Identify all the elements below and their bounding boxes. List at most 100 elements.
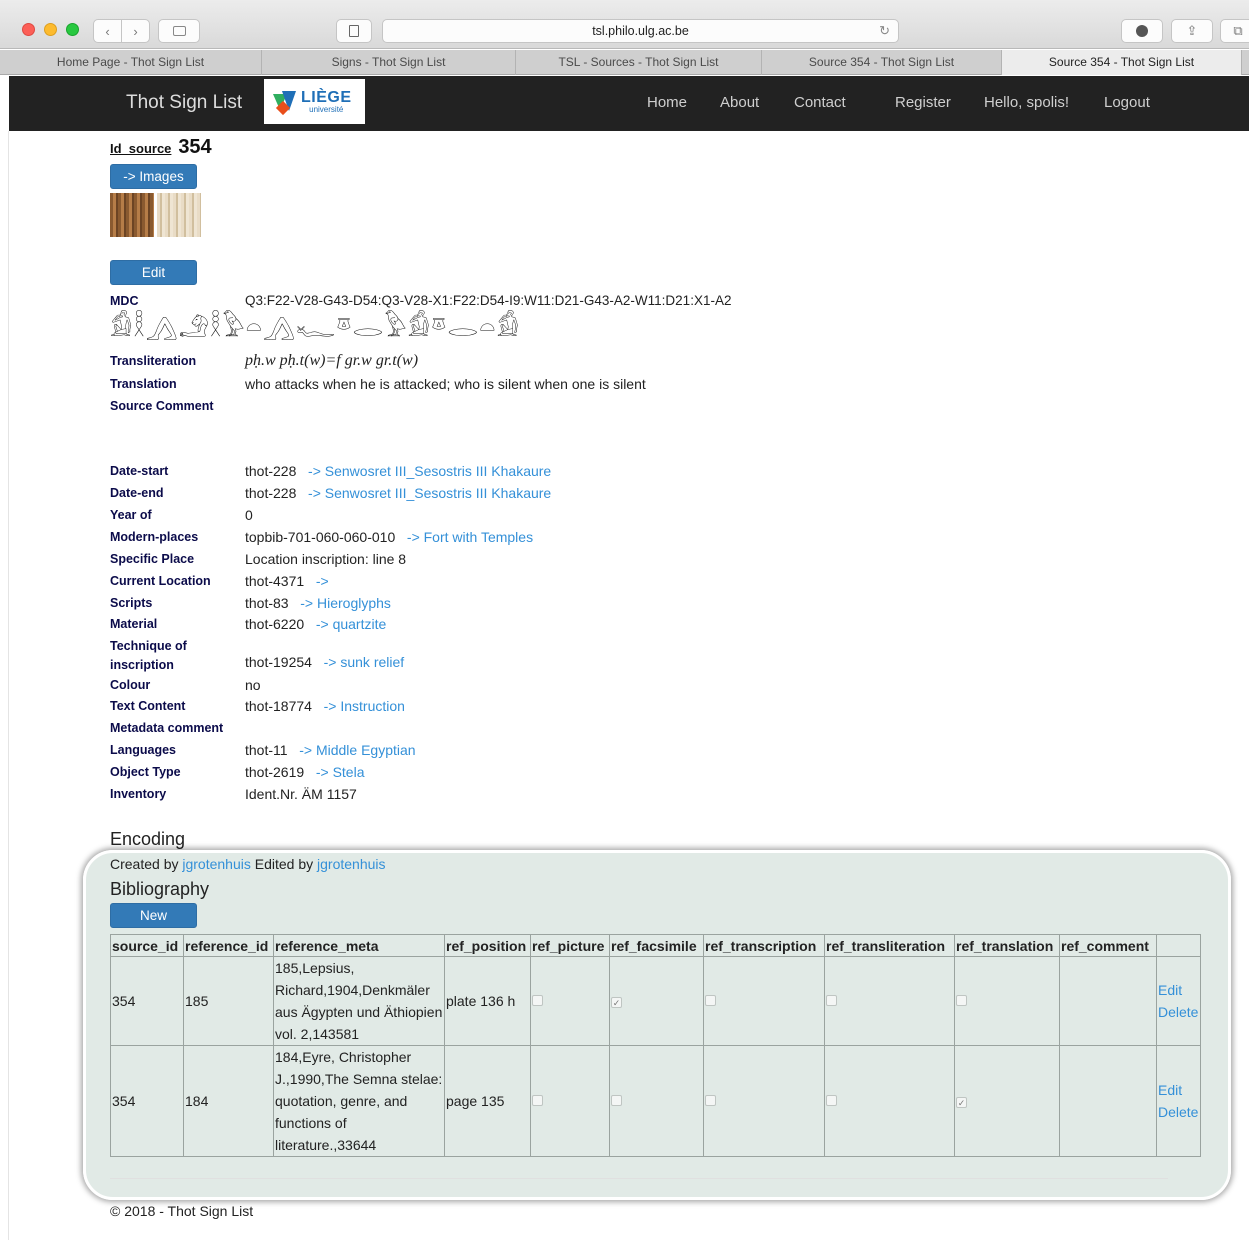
- ref-picture-checkbox[interactable]: [532, 1095, 543, 1106]
- year-of-label: Year of: [110, 508, 152, 522]
- brand-link[interactable]: Thot Sign List: [126, 92, 242, 114]
- column-header: ref_comment: [1059, 934, 1157, 957]
- row-edit-link[interactable]: Edit: [1158, 979, 1199, 1001]
- cell-reference-meta: 185,Lepsius, Richard,1904,Denkmäler aus …: [273, 956, 445, 1046]
- text-content-link[interactable]: -> Instruction: [324, 698, 405, 714]
- ref-facsimile-checkbox[interactable]: [611, 1095, 622, 1106]
- cell-reference-id: 184: [183, 1045, 274, 1157]
- current-location-link[interactable]: ->: [316, 573, 329, 589]
- cell-reference-id: 185: [183, 956, 274, 1046]
- year-of-value: 0: [245, 507, 253, 523]
- edited-prefix: Edited by: [250, 856, 318, 872]
- source-id-row: Id_source 354: [110, 136, 212, 159]
- ref-translation-checkbox[interactable]: ✓: [956, 1097, 967, 1108]
- close-window-button[interactable]: [22, 23, 35, 36]
- zoom-window-button[interactable]: [66, 23, 79, 36]
- row-delete-link[interactable]: Delete: [1158, 1001, 1199, 1023]
- source-facsimile-thumbnail[interactable]: [157, 193, 201, 237]
- material-link[interactable]: -> quartzite: [316, 616, 386, 632]
- scripts-link[interactable]: -> Hieroglyphs: [300, 595, 391, 611]
- technique-link[interactable]: -> sunk relief: [324, 654, 405, 670]
- nav-user-greeting[interactable]: Hello, spolis!: [984, 94, 1069, 111]
- ref-transliteration-checkbox[interactable]: [826, 1095, 837, 1106]
- ref-transcription-checkbox[interactable]: [705, 1095, 716, 1106]
- nav-logout[interactable]: Logout: [1104, 94, 1150, 111]
- row-edit-link[interactable]: Edit: [1158, 1079, 1199, 1101]
- date-start-value: thot-228 -> Senwosret III_Sesostris III …: [245, 463, 551, 479]
- cell-ref-comment: [1059, 1045, 1157, 1157]
- nav-register[interactable]: Register: [895, 94, 951, 111]
- source-image-thumbnail[interactable]: [110, 193, 154, 237]
- hieroglyph-rendering: 𓀁𓎛𓂻𓄂𓎛𓅱𓏏𓂻𓆑𓎼𓂋𓅱𓀁𓎼𓂋𓏏𓀁: [110, 313, 520, 343]
- ref-translation-checkbox[interactable]: [956, 995, 967, 1006]
- ref-picture-checkbox[interactable]: [532, 995, 543, 1006]
- languages-value: thot-11 -> Middle Egyptian: [245, 742, 416, 758]
- date-start-link[interactable]: -> Senwosret III_Sesostris III Khakaure: [308, 463, 551, 479]
- bibliography-table: source_id reference_id reference_meta re…: [110, 934, 1201, 1157]
- browser-tab[interactable]: Source 354 - Thot Sign List: [762, 50, 1002, 75]
- bibliography-heading: Bibliography: [110, 879, 210, 899]
- id-source-value: 354: [178, 136, 212, 158]
- ref-transcription-checkbox[interactable]: [705, 995, 716, 1006]
- liege-logo[interactable]: LIÈGE université: [264, 79, 365, 124]
- minimize-window-button[interactable]: [44, 23, 57, 36]
- footer-divider: [110, 1178, 1168, 1179]
- back-button[interactable]: ‹: [93, 19, 122, 43]
- mdc-label: MDC: [110, 294, 139, 308]
- nav-home[interactable]: Home: [647, 94, 687, 111]
- column-header: reference_meta: [273, 934, 445, 957]
- images-button[interactable]: -> Images: [110, 164, 197, 189]
- browser-tab-active[interactable]: Source 354 - Thot Sign List: [1002, 50, 1242, 75]
- cell-source-id: 354: [110, 1045, 184, 1157]
- column-header: reference_id: [183, 934, 274, 957]
- table-row: 354 185 185,Lepsius, Richard,1904,Denkmä…: [110, 956, 1201, 1046]
- column-header: ref_transcription: [703, 934, 825, 957]
- mdc-value: Q3:F22-V28-G43-D54:Q3-V28-X1:F22:D54-I9:…: [245, 293, 732, 308]
- material-value: thot-6220 -> quartzite: [245, 616, 386, 632]
- column-header: ref_picture: [530, 934, 610, 957]
- ref-transliteration-checkbox[interactable]: [826, 995, 837, 1006]
- date-end-value: thot-228 -> Senwosret III_Sesostris III …: [245, 485, 551, 501]
- page-button[interactable]: [336, 19, 372, 43]
- column-header: source_id: [110, 934, 184, 957]
- browser-tab[interactable]: Home Page - Thot Sign List: [0, 50, 262, 75]
- ref-facsimile-checkbox[interactable]: ✓: [611, 997, 622, 1008]
- new-reference-button[interactable]: New: [110, 903, 197, 928]
- browser-tab[interactable]: TSL - Sources - Thot Sign List: [516, 50, 762, 75]
- address-bar[interactable]: tsl.philo.ulg.ac.be ↻: [382, 19, 899, 43]
- forward-button[interactable]: ›: [121, 19, 150, 43]
- object-type-value: thot-2619 -> Stela: [245, 764, 364, 780]
- edit-button[interactable]: Edit: [110, 260, 197, 285]
- sidebar-toggle-button[interactable]: [158, 19, 200, 43]
- text-content-value: thot-18774 -> Instruction: [245, 698, 405, 714]
- metadata-code: thot-4371: [245, 573, 305, 589]
- id-source-label[interactable]: Id_source: [110, 141, 171, 156]
- reload-icon[interactable]: ↻: [879, 23, 890, 39]
- languages-link[interactable]: -> Middle Egyptian: [299, 742, 415, 758]
- modern-places-link[interactable]: -> Fort with Temples: [407, 529, 533, 545]
- url-text: tsl.philo.ulg.ac.be: [592, 24, 689, 38]
- source-comment-label: Source Comment: [110, 399, 214, 413]
- nav-contact[interactable]: Contact: [794, 94, 846, 111]
- share-button[interactable]: ⇪: [1171, 19, 1213, 43]
- metadata-code: thot-18774: [245, 698, 312, 714]
- sidebar-icon: [172, 26, 186, 36]
- page-edge: [0, 131, 9, 1240]
- date-end-label: Date-end: [110, 486, 164, 500]
- browser-tab[interactable]: Signs - Thot Sign List: [262, 50, 516, 75]
- date-end-link[interactable]: -> Senwosret III_Sesostris III Khakaure: [308, 485, 551, 501]
- material-label: Material: [110, 617, 158, 631]
- scripts-label: Scripts: [110, 596, 153, 610]
- specific-place-value: Location inscription: line 8: [245, 551, 407, 567]
- nav-about[interactable]: About: [720, 94, 759, 111]
- university-logo-icon: [273, 90, 297, 115]
- row-delete-link[interactable]: Delete: [1158, 1101, 1199, 1123]
- transliteration-value: pḥ.w pḥ.t(w)=f gr.w gr.t(w): [245, 352, 419, 369]
- edited-by-link[interactable]: jgrotenhuis: [317, 856, 386, 872]
- created-edited-row: Created by jgrotenhuis Edited by jgroten…: [110, 856, 386, 872]
- created-by-link[interactable]: jgrotenhuis: [182, 856, 251, 872]
- downloads-button[interactable]: [1121, 19, 1163, 43]
- cell-source-id: 354: [110, 956, 184, 1046]
- show-tabs-button[interactable]: ⧉: [1220, 19, 1249, 43]
- object-type-link[interactable]: -> Stela: [316, 764, 365, 780]
